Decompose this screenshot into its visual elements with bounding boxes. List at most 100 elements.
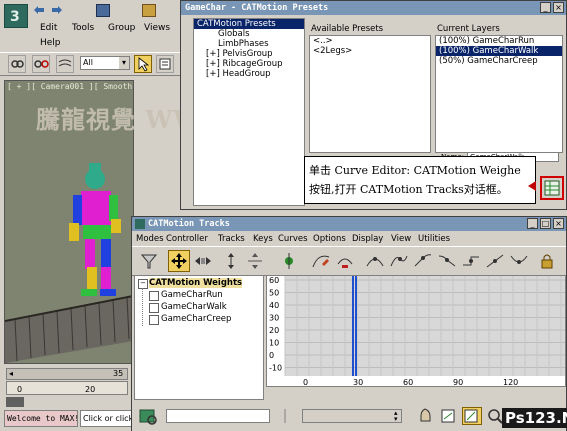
- menu-views[interactable]: Views: [144, 23, 170, 33]
- instruction-callout: 单击 Curve Editor: CATMotion Weighe 按钮,打开 …: [304, 156, 536, 204]
- tracks-menu-view[interactable]: View: [391, 234, 411, 244]
- max-logo-icon[interactable]: 3: [4, 4, 28, 28]
- link-icon[interactable]: [8, 55, 26, 73]
- tangent-fast-icon[interactable]: [412, 250, 434, 272]
- maximize-icon[interactable]: □: [540, 218, 551, 229]
- selection-filter-dropdown[interactable]: All ▾: [80, 56, 130, 70]
- max-menubar: 3 Edit Tools Group Views Help: [0, 0, 190, 50]
- tangent-linear-icon[interactable]: [484, 250, 506, 272]
- current-layers-list[interactable]: (100%) GameCharRun (100%) GameCharWalk (…: [435, 35, 563, 153]
- tracks-bottom-bar: ▴ ▾: [132, 401, 566, 431]
- tangent-auto-icon[interactable]: [364, 250, 386, 272]
- zoom-value-extents-icon[interactable]: [462, 407, 482, 425]
- tree-item-gamecharcreep[interactable]: GameCharCreep: [161, 314, 231, 324]
- available-preset-item[interactable]: <2Legs>: [310, 46, 430, 56]
- minimize-icon[interactable]: _: [527, 218, 538, 229]
- y-tick-label: 40: [269, 301, 279, 310]
- presets-title-bar[interactable]: GameChar - CATMotion Presets: [181, 1, 566, 15]
- tree-item-gamecharwalk[interactable]: GameCharWalk: [161, 302, 227, 312]
- tracks-menu-options[interactable]: Options: [313, 234, 346, 244]
- tracks-title-bar[interactable]: CATMotion Tracks: [132, 217, 566, 231]
- scale-keys-icon[interactable]: [220, 250, 242, 272]
- tracks-title: CATMotion Tracks: [148, 219, 230, 229]
- hierarchy-item[interactable]: [+] PelvisGroup: [194, 49, 304, 59]
- tangent-step-icon[interactable]: [460, 250, 482, 272]
- tangent-slow-icon[interactable]: [436, 250, 458, 272]
- layer-item[interactable]: (50%) GameCharCreep: [436, 56, 562, 66]
- hierarchy-item[interactable]: [+] RibcageGroup: [194, 59, 304, 69]
- menu-tools[interactable]: Tools: [72, 23, 94, 33]
- hierarchy-item[interactable]: CATMotion Presets: [194, 19, 304, 29]
- tracks-menu-display[interactable]: Display: [352, 234, 383, 244]
- select-by-name-icon[interactable]: [156, 55, 174, 73]
- menu-group[interactable]: Group: [108, 23, 135, 33]
- draw-curves-icon[interactable]: [310, 250, 332, 272]
- frame-value-field[interactable]: [302, 409, 402, 423]
- current-layers-label: Current Layers: [437, 24, 500, 34]
- layer-item-selected[interactable]: (100%) GameCharWalk: [436, 46, 562, 56]
- chevron-down-icon: ▾: [119, 57, 129, 69]
- redo-icon[interactable]: [50, 4, 64, 14]
- pan-icon[interactable]: [416, 407, 434, 425]
- close-icon[interactable]: ×: [553, 2, 564, 13]
- tracks-toolbar: [132, 246, 566, 276]
- separator-icon: [280, 409, 290, 423]
- hierarchy-item[interactable]: LimbPhases: [194, 39, 304, 49]
- reduce-keys-icon[interactable]: [334, 250, 356, 272]
- track-search-field[interactable]: [166, 409, 270, 423]
- tracks-menu-tracks[interactable]: Tracks: [218, 234, 245, 244]
- site-logo: Ps123.Net: [502, 408, 567, 428]
- curve-editor-weights-button[interactable]: [540, 176, 564, 200]
- tracks-menu-utilities[interactable]: Utilities: [418, 234, 450, 244]
- menu-help[interactable]: Help: [40, 38, 61, 48]
- tracks-menu-curves[interactable]: Curves: [278, 234, 308, 244]
- move-keys-icon[interactable]: [168, 250, 190, 272]
- tangent-custom-icon[interactable]: [388, 250, 410, 272]
- graph-background: [285, 276, 565, 376]
- timeline-ruler[interactable]: 0 20: [6, 381, 128, 395]
- slide-keys-icon[interactable]: [192, 250, 214, 272]
- hierarchy-item[interactable]: Globals: [194, 29, 304, 39]
- layer-item[interactable]: (100%) GameCharRun: [436, 36, 562, 46]
- open-icon[interactable]: [142, 4, 156, 17]
- spinner-down-icon[interactable]: ▾: [394, 415, 402, 423]
- undo-icon[interactable]: [32, 4, 46, 14]
- timeline-tick-0: 0: [17, 385, 23, 394]
- select-object-icon[interactable]: [134, 55, 152, 73]
- save-icon[interactable]: [96, 4, 110, 17]
- tangent-smooth-icon[interactable]: [508, 250, 530, 272]
- scale-values-icon[interactable]: [244, 250, 266, 272]
- maxscript-listener[interactable]: Welcome to MAX!: [4, 410, 78, 427]
- menu-edit[interactable]: Edit: [40, 23, 57, 33]
- zoom-selected-object-icon[interactable]: [138, 406, 158, 426]
- close-icon[interactable]: ×: [553, 218, 564, 229]
- tree-item-gamecharrun[interactable]: GameCharRun: [161, 290, 223, 300]
- zoom-horizontal-extents-icon[interactable]: [440, 407, 458, 425]
- bind-spacewarp-icon[interactable]: [56, 55, 74, 73]
- available-preset-item[interactable]: <..>: [310, 36, 430, 46]
- y-tick-label: 30: [269, 314, 279, 323]
- tracks-menubar: Modes Controller Tracks Keys Curves Opti…: [132, 232, 566, 245]
- svg-text:3: 3: [10, 9, 20, 25]
- tracks-hierarchy-tree[interactable]: − CATMotion Weights GameCharRun GameChar…: [134, 275, 264, 400]
- available-presets-list[interactable]: <..> <2Legs>: [309, 35, 431, 153]
- tracks-menu-modes[interactable]: Modes: [136, 234, 164, 244]
- callout-line-1: 单击 Curve Editor: CATMotion Weighe: [309, 164, 521, 177]
- y-tick-label: 10: [269, 339, 279, 348]
- tracks-app-icon: [135, 219, 145, 229]
- tracks-menu-keys[interactable]: Keys: [253, 234, 273, 244]
- minimize-icon[interactable]: _: [540, 2, 551, 13]
- tracks-menu-controller[interactable]: Controller: [166, 234, 208, 244]
- add-keys-icon[interactable]: [278, 250, 300, 272]
- hierarchy-item[interactable]: [+] HeadGroup: [194, 69, 304, 79]
- curve-graph[interactable]: 60 50 40 30 20 10 0 -10 0 30 60 90 120: [266, 275, 566, 387]
- time-slider[interactable]: ◂ 35: [6, 368, 128, 380]
- lock-selection-icon[interactable]: [536, 250, 558, 272]
- tree-root-catmotion-weights[interactable]: CATMotion Weights: [149, 278, 243, 288]
- presets-hierarchy-list[interactable]: CATMotion Presets Globals LimbPhases [+]…: [193, 18, 305, 206]
- unlink-icon[interactable]: [32, 55, 50, 73]
- key-filter-icon[interactable]: [6, 397, 24, 407]
- time-slider-prev-icon[interactable]: ◂: [9, 369, 13, 378]
- filters-icon[interactable]: [138, 250, 160, 272]
- timeline-tick-20: 20: [85, 385, 96, 394]
